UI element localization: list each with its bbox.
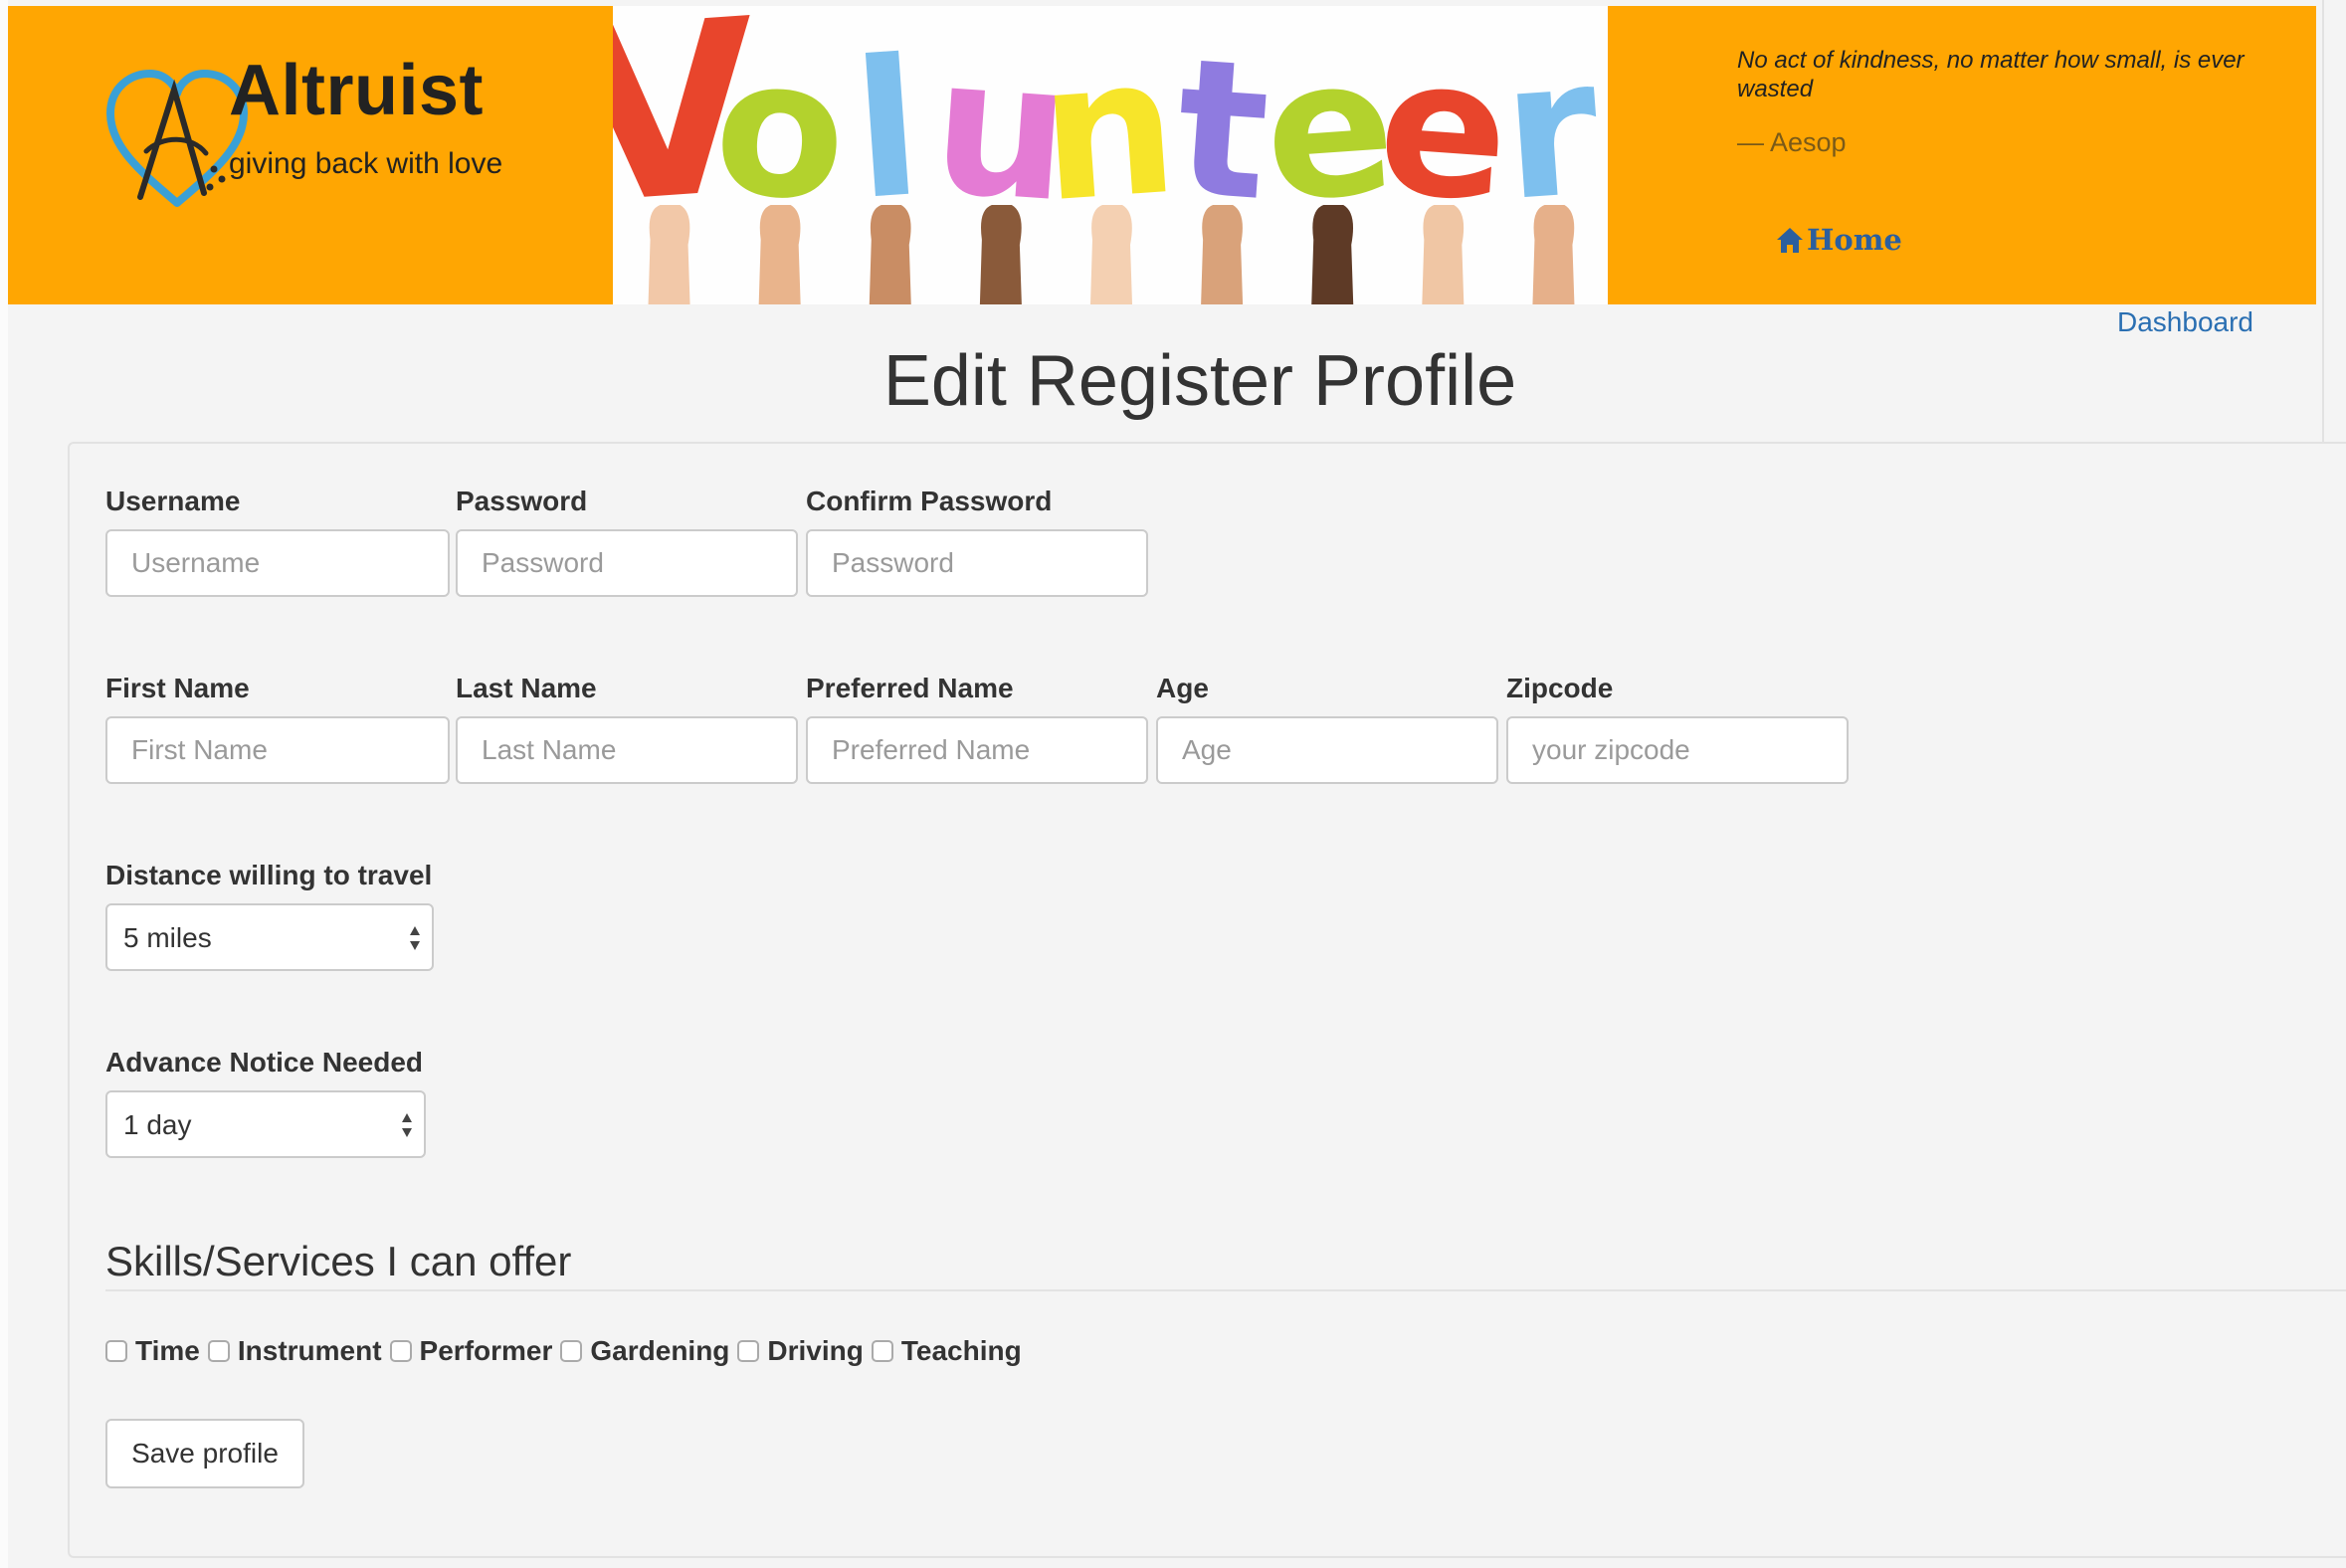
checkbox[interactable] [560, 1340, 583, 1362]
banner-letter: o [708, 16, 854, 245]
up-down-arrows-icon [410, 926, 420, 950]
page-edge [0, 0, 8, 1568]
profile-form-panel [68, 442, 2346, 1558]
preferred-name-input[interactable] [806, 716, 1148, 784]
skill-label: Time [135, 1335, 200, 1366]
volunteer-hands-illustration: Vol unteer [613, 6, 1605, 304]
password-input[interactable] [456, 529, 798, 597]
skill-label: Teaching [900, 1335, 1022, 1366]
skill-option-instrument[interactable]: Instrument [207, 1335, 390, 1367]
brand-name: Altruist [229, 51, 484, 130]
skills-checkbox-group: Time Instrument Performer Gardening Driv… [105, 1333, 1030, 1369]
skill-option-gardening[interactable]: Gardening [560, 1335, 737, 1367]
confirm-password-label: Confirm Password [806, 486, 1053, 516]
skill-option-performer[interactable]: Performer [389, 1335, 561, 1367]
zipcode-input[interactable] [1506, 716, 1849, 784]
confirm-password-input[interactable] [806, 529, 1148, 597]
skill-option-time[interactable]: Time [105, 1335, 208, 1367]
skill-option-driving[interactable]: Driving [737, 1335, 871, 1367]
banner-letter: l [848, 18, 927, 242]
checkbox[interactable] [207, 1340, 230, 1362]
skill-label: Driving [767, 1335, 864, 1366]
home-link[interactable]: Home [1775, 223, 1902, 257]
distance-select[interactable]: 5 miles [105, 903, 434, 971]
skill-label: Performer [419, 1335, 553, 1366]
checkbox[interactable] [389, 1340, 412, 1362]
home-icon [1777, 228, 1803, 253]
last-name-label: Last Name [456, 673, 597, 703]
skill-label: Gardening [590, 1335, 730, 1366]
save-profile-button[interactable]: Save profile [105, 1419, 304, 1488]
skill-label: Instrument [237, 1335, 382, 1366]
up-down-arrows-icon [402, 1113, 412, 1137]
age-label: Age [1156, 673, 1209, 703]
distance-label: Distance willing to travel [105, 860, 433, 890]
dashboard-link[interactable]: Dashboard [2117, 306, 2253, 338]
last-name-input[interactable] [456, 716, 798, 784]
site-header: Altruist giving back with love Volunteer… [8, 6, 2316, 304]
home-link-label: Home [1807, 223, 1902, 257]
preferred-name-label: Preferred Name [806, 673, 1014, 703]
age-input[interactable] [1156, 716, 1498, 784]
first-name-label: First Name [105, 673, 250, 703]
skills-heading: Skills/Services I can offer [105, 1238, 572, 1284]
banner-letter: n [1034, 16, 1183, 245]
volunteer-banner-image: Volunteer [613, 6, 1608, 304]
section-divider [105, 1289, 2346, 1291]
first-name-input[interactable] [105, 716, 450, 784]
username-label: Username [105, 486, 241, 516]
banner-letter: e [1372, 16, 1515, 244]
checkbox[interactable] [105, 1340, 127, 1362]
quote-box: No act of kindness, no matter how small,… [1608, 6, 2316, 304]
brand-box: Altruist giving back with love [8, 6, 613, 304]
brand-tagline: giving back with love [229, 147, 503, 180]
notice-label: Advance Notice Needed [105, 1047, 423, 1078]
zipcode-label: Zipcode [1506, 673, 1614, 703]
distance-selected-value: 5 miles [123, 922, 212, 953]
password-label: Password [456, 486, 588, 516]
page-title: Edit Register Profile [882, 341, 1517, 421]
checkbox[interactable] [737, 1340, 760, 1362]
banner-letter: r [1496, 17, 1605, 243]
notice-selected-value: 1 day [123, 1109, 192, 1140]
checkbox[interactable] [871, 1340, 893, 1362]
notice-select[interactable]: 1 day [105, 1090, 426, 1158]
skill-option-teaching[interactable]: Teaching [871, 1335, 1030, 1367]
quote-author: — Aesop [1737, 127, 1847, 157]
quote-text: No act of kindness, no matter how small,… [1737, 47, 2245, 102]
username-input[interactable] [105, 529, 450, 597]
